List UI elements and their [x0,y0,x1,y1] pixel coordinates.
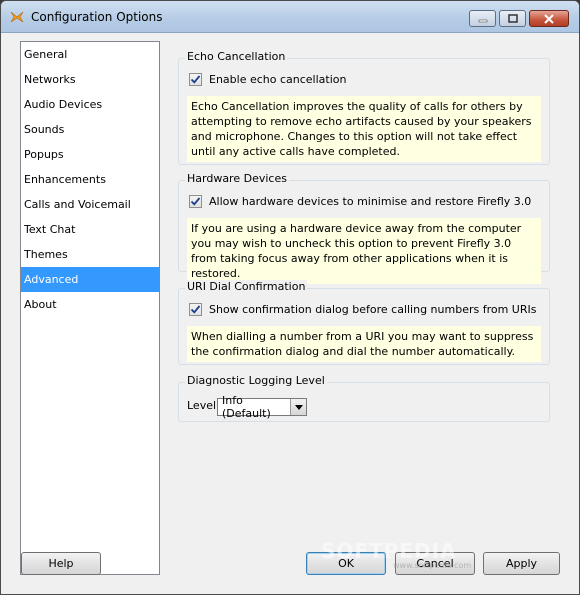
echo-cancellation-info: Echo Cancellation improves the quality o… [187,96,541,162]
dropdown-button[interactable] [290,399,306,415]
window-title: Configuration Options [31,10,163,24]
logging-level-select[interactable]: Info (Default) [217,394,307,420]
firefly-app-icon [10,11,24,23]
close-button[interactable] [529,10,569,27]
echo-cancellation-group: Echo Cancellation Enable echo cancellati… [178,50,550,165]
sidebar-item-text-chat[interactable]: Text Chat [21,217,159,242]
echo-cancellation-label: Enable echo cancellation [209,73,347,86]
checkmark-icon [190,197,201,206]
sidebar-item-general[interactable]: General [21,42,159,67]
uri-dial-confirmation-group: URI Dial Confirmation Show confirmation … [178,280,550,365]
diagnostic-logging-group: Diagnostic Logging Level Level Info (Def… [178,374,550,422]
echo-cancellation-checkbox[interactable] [189,73,202,86]
sidebar-item-themes[interactable]: Themes [21,242,159,267]
help-button[interactable]: Help [21,552,101,575]
logging-level-value: Info (Default) [222,394,271,420]
close-icon [544,13,554,24]
uri-dial-confirmation-label: Show confirmation dialog before calling … [209,303,537,316]
sidebar-item-sounds[interactable]: Sounds [21,117,159,142]
hardware-devices-label: Allow hardware devices to minimise and r… [209,195,532,208]
minimize-icon [478,19,487,22]
sidebar-item-networks[interactable]: Networks [21,67,159,92]
checkmark-icon [190,75,201,84]
title-bar[interactable]: Configuration Options [1,1,579,33]
category-list[interactable]: General Networks Audio Devices Sounds Po… [20,41,160,575]
hardware-devices-title: Hardware Devices [185,172,289,185]
sidebar-item-enhancements[interactable]: Enhancements [21,167,159,192]
sidebar-item-about[interactable]: About [21,292,159,317]
apply-button[interactable]: Apply [483,552,560,575]
softpedia-watermark-url: www.softpedia.com [393,561,472,570]
hardware-devices-group: Hardware Devices Allow hardware devices … [178,172,550,284]
hardware-devices-info: If you are using a hardware device away … [187,218,541,284]
checkmark-icon [190,305,201,314]
echo-cancellation-title: Echo Cancellation [185,50,288,63]
sidebar-item-audio-devices[interactable]: Audio Devices [21,92,159,117]
hardware-devices-option[interactable]: Allow hardware devices to minimise and r… [189,195,531,208]
maximize-icon [507,13,518,23]
softpedia-watermark: SOFTPEDIA [321,539,457,563]
uri-dial-confirmation-info: When dialling a number from a URI you ma… [187,326,541,362]
chevron-down-icon [294,404,303,410]
diagnostic-logging-title: Diagnostic Logging Level [185,374,327,387]
window-controls [469,10,569,27]
uri-dial-confirmation-checkbox[interactable] [189,303,202,316]
echo-cancellation-option[interactable]: Enable echo cancellation [189,73,346,86]
maximize-button[interactable] [499,10,526,27]
uri-dial-confirmation-option[interactable]: Show confirmation dialog before calling … [189,303,536,316]
sidebar-item-popups[interactable]: Popups [21,142,159,167]
dialog-body: General Networks Audio Devices Sounds Po… [6,33,574,589]
sidebar-item-advanced[interactable]: Advanced [21,267,159,292]
hardware-devices-checkbox[interactable] [189,195,202,208]
logging-level-label: Level [187,399,217,412]
minimize-button[interactable] [469,10,496,27]
configuration-window: Configuration Options General Networks A… [0,0,580,595]
uri-dial-confirmation-title: URI Dial Confirmation [185,280,308,293]
sidebar-item-calls-and-voicemail[interactable]: Calls and Voicemail [21,192,159,217]
